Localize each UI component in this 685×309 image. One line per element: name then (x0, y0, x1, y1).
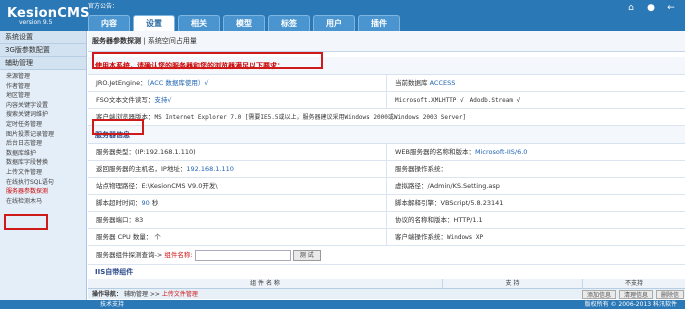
main-tabs: 内容 设置 相关 模型 标签 用户 插件 (88, 15, 403, 31)
probe-label: 服务器组件探测查询-> (96, 251, 163, 259)
browser-label: 客户端浏览器版本： (96, 113, 155, 121)
tab-users[interactable]: 用户 (313, 15, 355, 31)
iis-title: IIS自带组件 (88, 265, 685, 279)
sidebar-item-server-probe[interactable]: 服务器参数探测 (0, 187, 86, 197)
sidebar-item[interactable]: 上传文件管理 (0, 168, 86, 178)
info-row: 服务器 CPU 数量： 个 客户端操作系统：Windows XP (88, 229, 685, 246)
bottom-nav: 操作导航： 辅助管理 >> 上传文件管理 添加信息 清理信息 删除信 (88, 288, 685, 299)
clear-info-button[interactable]: 清理信息 (619, 290, 654, 299)
home-icon[interactable]: ⌂ (625, 3, 637, 13)
probe-row: 服务器组件探测查询-> 组件名称: 测 试 (88, 246, 685, 265)
delete-info-button[interactable]: 删除信 (656, 290, 685, 299)
web-label: WEB服务器的名称和版本： (395, 148, 475, 156)
jro-label: JRO.JetEngine： (96, 79, 147, 87)
fso-label: FSO文本文件读写： (96, 96, 155, 104)
requirements-title: 使用本系统，请确认您的服务器和您的浏览器满足以下要求： (88, 57, 685, 75)
footer-copyright: 版权所有 © 2006-2013 科汛软件 (584, 301, 677, 308)
sidebar-item[interactable]: 图片投票记录管理 (0, 130, 86, 140)
breadcrumb-space-usage[interactable]: 系统空间占用量 (148, 37, 197, 45)
breadcrumb-current[interactable]: 服务器参数探测 (92, 37, 141, 45)
script-engine: 脚本解释引擎：VBScript/5.8.23141 (386, 195, 685, 211)
info-row: 返回服务器的主机名，IP地址：192.168.1.110 服务器操作系统： (88, 161, 685, 178)
sidebar-item[interactable]: 搜索关键词维护 (0, 110, 86, 120)
tab-model[interactable]: 模型 (223, 15, 265, 31)
db-label: 当前数据库 (395, 79, 428, 87)
top-bar: KesionCMS version 9.5 官方公告： 内容 设置 相关 模型 … (0, 0, 685, 31)
virtual-path: 虚拟路径：/Admin/KS.Setting.asp (386, 178, 685, 194)
footer: 技术支持 版权所有 © 2006-2013 科汛软件 (0, 300, 685, 309)
nav-label: 操作导航： (92, 291, 123, 298)
tab-plugins[interactable]: 插件 (358, 15, 400, 31)
sidebar-item[interactable]: 地区管理 (0, 91, 86, 101)
tab-settings[interactable]: 设置 (133, 15, 175, 31)
timeout-unit: 秒 (151, 199, 159, 207)
back-icon[interactable]: ← (665, 3, 677, 13)
protocol: 协议的名称和版本：HTTP/1.1 (386, 212, 685, 228)
sidebar-section-3g[interactable]: 3G版参数配置 (0, 44, 86, 57)
sidebar-item[interactable]: 数据库字段替换 (0, 158, 86, 168)
browser-value: MS Internet Explorer 7.0 [需要IE5.5或以上，服务器… (154, 114, 467, 121)
sidebar-item[interactable]: 在线执行SQL语句 (0, 178, 86, 188)
req-row: JRO.JetEngine：（ACC 数据库使用）√ 当前数据库 ACCESS (88, 75, 685, 92)
info-row: 站点物理路径：E:\KesionCMS V9.0开发\ 虚拟路径：/Admin/… (88, 178, 685, 195)
sidebar-item[interactable]: 定时任务管理 (0, 120, 86, 130)
info-row: 服务器类型：(IP:192.168.1.110) WEB服务器的名称和版本：Mi… (88, 144, 685, 161)
nav-separator: >> (149, 291, 160, 298)
fso-value: 支持√ (154, 96, 172, 104)
os-label: 服务器操作系统： (386, 161, 685, 177)
sidebar-item[interactable]: 内容关键字设置 (0, 101, 86, 111)
sidebar-item[interactable]: 在线检测木马 (0, 197, 86, 207)
sidebar-item[interactable]: 数据库维护 (0, 149, 86, 159)
server-type: 服务器类型：(IP:192.168.1.110) (96, 148, 196, 156)
timeout-label: 脚本超时时间： (96, 199, 142, 207)
component-name-input[interactable] (194, 249, 291, 261)
sidebar-item[interactable]: 作者管理 (0, 82, 86, 92)
cpu-count: 服务器 CPU 数量： 个 (96, 233, 161, 241)
jro-value: （ACC 数据库使用）√ (146, 79, 209, 87)
main-panel: 服务器参数探测 | 系统空间占用量 使用本系统，请确认您的服务器和您的浏览器满足… (88, 31, 685, 309)
stream-status: Adodb.Stream √ (469, 97, 521, 104)
sidebar-item[interactable]: 后台日志管理 (0, 139, 86, 149)
tab-content[interactable]: 内容 (88, 15, 130, 31)
col-supported: 支 持 (443, 279, 583, 288)
server-port: 服务器端口：83 (96, 216, 144, 224)
req-row: FSO文本文件读写：支持√ Microsoft.XMLHTTP √ Adodb.… (88, 92, 685, 109)
add-info-button[interactable]: 添加信息 (582, 290, 617, 299)
col-component-name: 组 件 名 称 (88, 279, 443, 288)
test-button[interactable]: 测 试 (292, 249, 321, 261)
host-value: 192.168.1.110 (186, 165, 234, 173)
web-value: Microsoft-IIS/6.0 (475, 148, 528, 156)
host-label: 返回服务器的主机名，IP地址： (96, 165, 187, 173)
top-icons: ⌂ ● ← (617, 3, 677, 13)
nav-path-upload[interactable]: 上传文件管理 (162, 291, 198, 298)
footer-left: 技术支持 (100, 301, 125, 308)
xmlhttp-status: Microsoft.XMLHTTP √ (395, 97, 464, 104)
physical-path: 站点物理路径：E:\KesionCMS V9.0开发\ (96, 182, 218, 190)
breadcrumb: 服务器参数探测 | 系统空间占用量 (88, 31, 685, 52)
tab-related[interactable]: 相关 (178, 15, 220, 31)
info-row: 脚本超时时间：90 秒 脚本解释引擎：VBScript/5.8.23141 (88, 195, 685, 212)
sidebar: 系统设置 3G版参数配置 辅助管理 来源管理 作者管理 地区管理 内容关键字设置… (0, 31, 87, 309)
tab-tags[interactable]: 标签 (268, 15, 310, 31)
component-name-label: 组件名称: (164, 251, 193, 259)
client-os-value: Windows XP (447, 234, 484, 241)
db-value: ACCESS (429, 79, 456, 87)
notice-label: 官方公告： (88, 3, 119, 10)
server-info-title: 服务器信息 (88, 126, 685, 144)
nav-path-aux[interactable]: 辅助管理 (124, 291, 148, 298)
info-row: 服务器端口：83 协议的名称和版本：HTTP/1.1 (88, 212, 685, 229)
user-icon[interactable]: ● (645, 3, 657, 13)
sidebar-section-system[interactable]: 系统设置 (0, 31, 86, 44)
sidebar-item[interactable]: 来源管理 (0, 72, 86, 82)
client-os-label: 客户端操作系统： (395, 233, 447, 241)
sidebar-section-aux[interactable]: 辅助管理 (0, 57, 86, 70)
req-row: 客户端浏览器版本：MS Internet Explorer 7.0 [需要IE5… (88, 109, 685, 126)
col-unsupported: 不支持 (624, 280, 643, 287)
app-version: version 9.5 (19, 19, 53, 26)
timeout-value: 90 (141, 199, 150, 207)
breadcrumb-separator: | (143, 37, 146, 45)
